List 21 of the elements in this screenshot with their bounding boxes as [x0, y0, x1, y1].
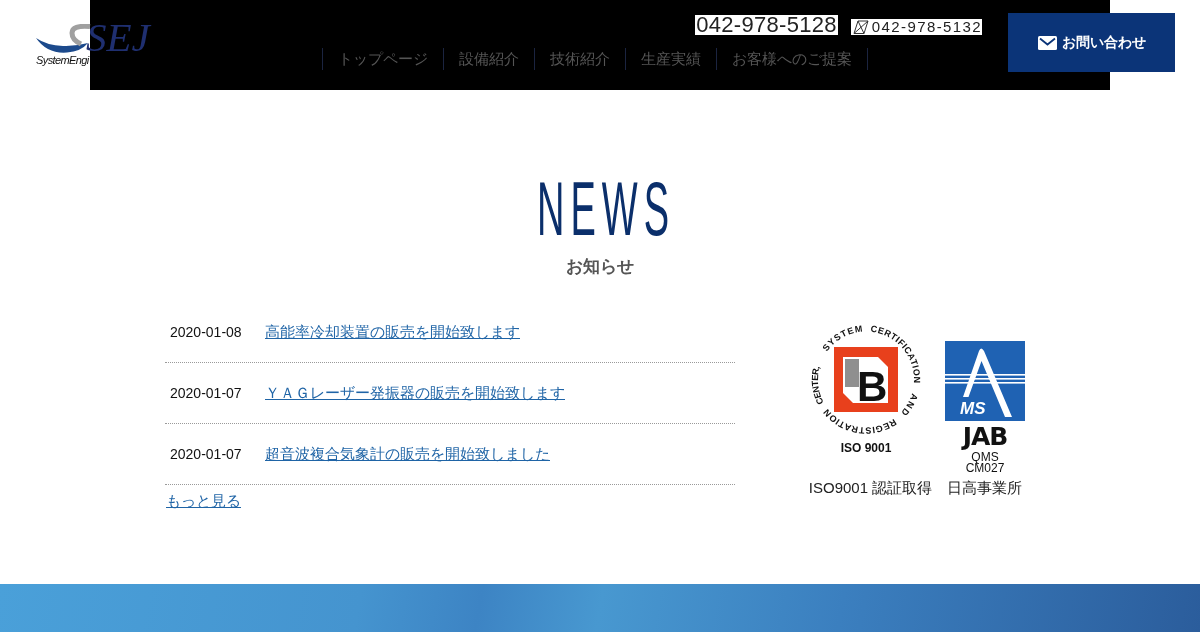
news-link[interactable]: ＹＡＧレーザー発振器の販売を開始致します — [265, 383, 565, 403]
logo-tagline: SystemEngi — [36, 55, 89, 66]
news-date: 2020-01-07 — [169, 446, 243, 462]
accreditation-code: CM027 — [965, 463, 1005, 474]
emblem-label: MS — [960, 399, 986, 418]
more-link[interactable]: もっと見る — [166, 492, 241, 510]
accreditation-name: JAB — [962, 425, 1008, 449]
news-date: 2020-01-07 — [169, 385, 243, 401]
news-link[interactable]: 超音波複合気象計の販売を開始致しました — [265, 444, 550, 464]
news-link[interactable]: 高能率冷却装置の販売を開始致します — [265, 322, 520, 342]
phone-number: 042-978-5128 — [695, 15, 838, 35]
crossed-box-icon — [850, 19, 869, 35]
news-date: 2020-01-08 — [169, 324, 243, 340]
standard-label: ISO 9001 — [840, 441, 892, 455]
section-subtitle: お知らせ — [566, 257, 634, 277]
fax-number: 042-978-5132 — [868, 19, 982, 35]
envelope-icon — [1037, 35, 1057, 50]
accreditation-code: QMS — [971, 452, 999, 463]
section-title: NEWS — [537, 171, 675, 247]
contact-button[interactable]: お問い合わせ — [1008, 13, 1175, 72]
certification-caption: ISO9001 認証取得 日高事業所 — [808, 479, 1023, 497]
